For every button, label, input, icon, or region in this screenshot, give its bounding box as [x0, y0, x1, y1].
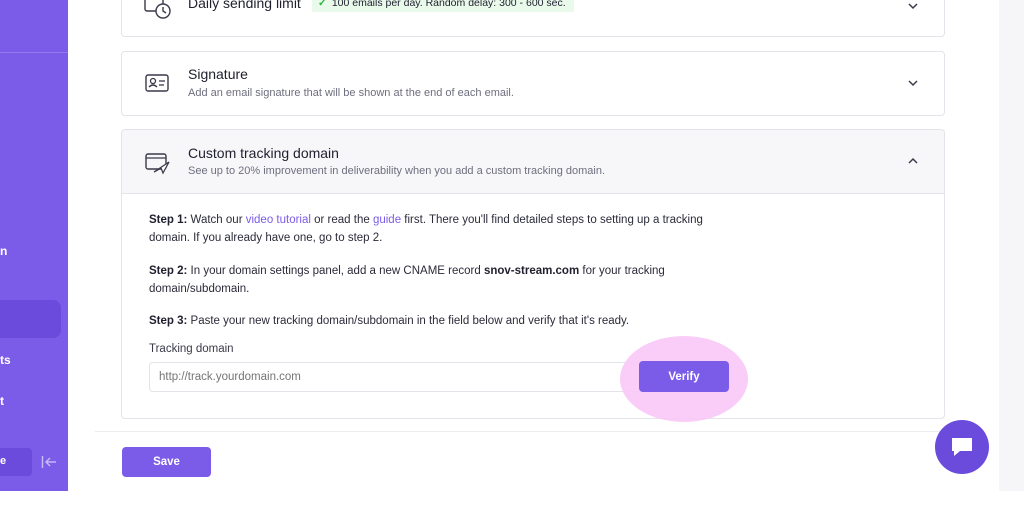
- step-2-text: for your tracking: [579, 265, 665, 277]
- chevron-up-icon[interactable]: [906, 154, 920, 168]
- step-1-text: domain. If you already have one, go to s…: [149, 232, 383, 244]
- bottom-gutter: [0, 491, 1024, 507]
- sidebar-divider: [0, 52, 68, 53]
- step-2-text: domain/subdomain.: [149, 283, 250, 295]
- tracking-domain-subtitle: See up to 20% improvement in deliverabil…: [188, 165, 606, 177]
- step-3-label: Step 3:: [149, 315, 188, 327]
- right-gutter: [999, 0, 1024, 491]
- signature-card[interactable]: Signature Add an email signature that wi…: [121, 51, 945, 116]
- step-3-text: Paste your new tracking domain/subdomain…: [187, 315, 630, 327]
- sidebar-item-active[interactable]: [0, 300, 61, 338]
- video-tutorial-link[interactable]: video tutorial: [246, 214, 311, 226]
- step-2-label: Step 2:: [149, 265, 188, 277]
- sidebar: n ts t e: [0, 0, 68, 491]
- guide-link[interactable]: guide: [373, 214, 401, 226]
- step-1-text: Watch our: [187, 214, 246, 226]
- collapse-sidebar-icon[interactable]: [41, 455, 57, 469]
- signature-subtitle: Add an email signature that will be show…: [188, 87, 514, 99]
- daily-limit-card[interactable]: Daily sending limit ✓ 100 emails per day.…: [121, 0, 945, 37]
- check-icon: ✓: [318, 0, 327, 9]
- sidebar-item-fragment[interactable]: n: [0, 244, 7, 258]
- daily-limit-badge: ✓ 100 emails per day. Random delay: 300 -…: [312, 0, 574, 12]
- step-1-text: or read the: [310, 214, 373, 226]
- tracking-domain-label: Tracking domain: [149, 343, 234, 355]
- footer-divider: [95, 431, 945, 432]
- chat-icon: [952, 438, 972, 456]
- step-1: Step 1: Watch our video tutorial or read…: [149, 211, 703, 247]
- sidebar-item-fragment[interactable]: t: [0, 394, 4, 408]
- chevron-down-icon[interactable]: [906, 76, 920, 90]
- step-1-label: Step 1:: [149, 214, 188, 226]
- step-1-text: first. There you'll find detailed steps …: [401, 214, 703, 226]
- tracking-domain-header[interactable]: [122, 130, 944, 194]
- signature-title: Signature: [188, 66, 248, 82]
- chevron-down-icon[interactable]: [906, 0, 920, 13]
- tracking-domain-input[interactable]: [149, 362, 659, 392]
- clock-envelope-icon: [144, 0, 171, 19]
- step-2: Step 2: In your domain settings panel, a…: [149, 262, 665, 298]
- chat-widget-button[interactable]: [935, 420, 989, 474]
- daily-limit-title: Daily sending limit: [188, 0, 301, 11]
- sidebar-bottom-button[interactable]: e: [0, 448, 32, 476]
- step-3: Step 3: Paste your new tracking domain/s…: [149, 312, 629, 330]
- sidebar-item-fragment[interactable]: ts: [0, 353, 11, 367]
- id-card-icon: [145, 74, 169, 92]
- tracking-icon: [145, 153, 170, 175]
- daily-limit-badge-text: 100 emails per day. Random delay: 300 - …: [331, 0, 566, 9]
- verify-button[interactable]: Verify: [639, 361, 729, 392]
- step-2-text: In your domain settings panel, add a new…: [187, 265, 484, 277]
- save-button[interactable]: Save: [122, 447, 211, 477]
- tracking-domain-title: Custom tracking domain: [188, 145, 339, 161]
- cname-record: snov-stream.com: [483, 265, 580, 277]
- sidebar-bottom-button-label: e: [0, 455, 7, 467]
